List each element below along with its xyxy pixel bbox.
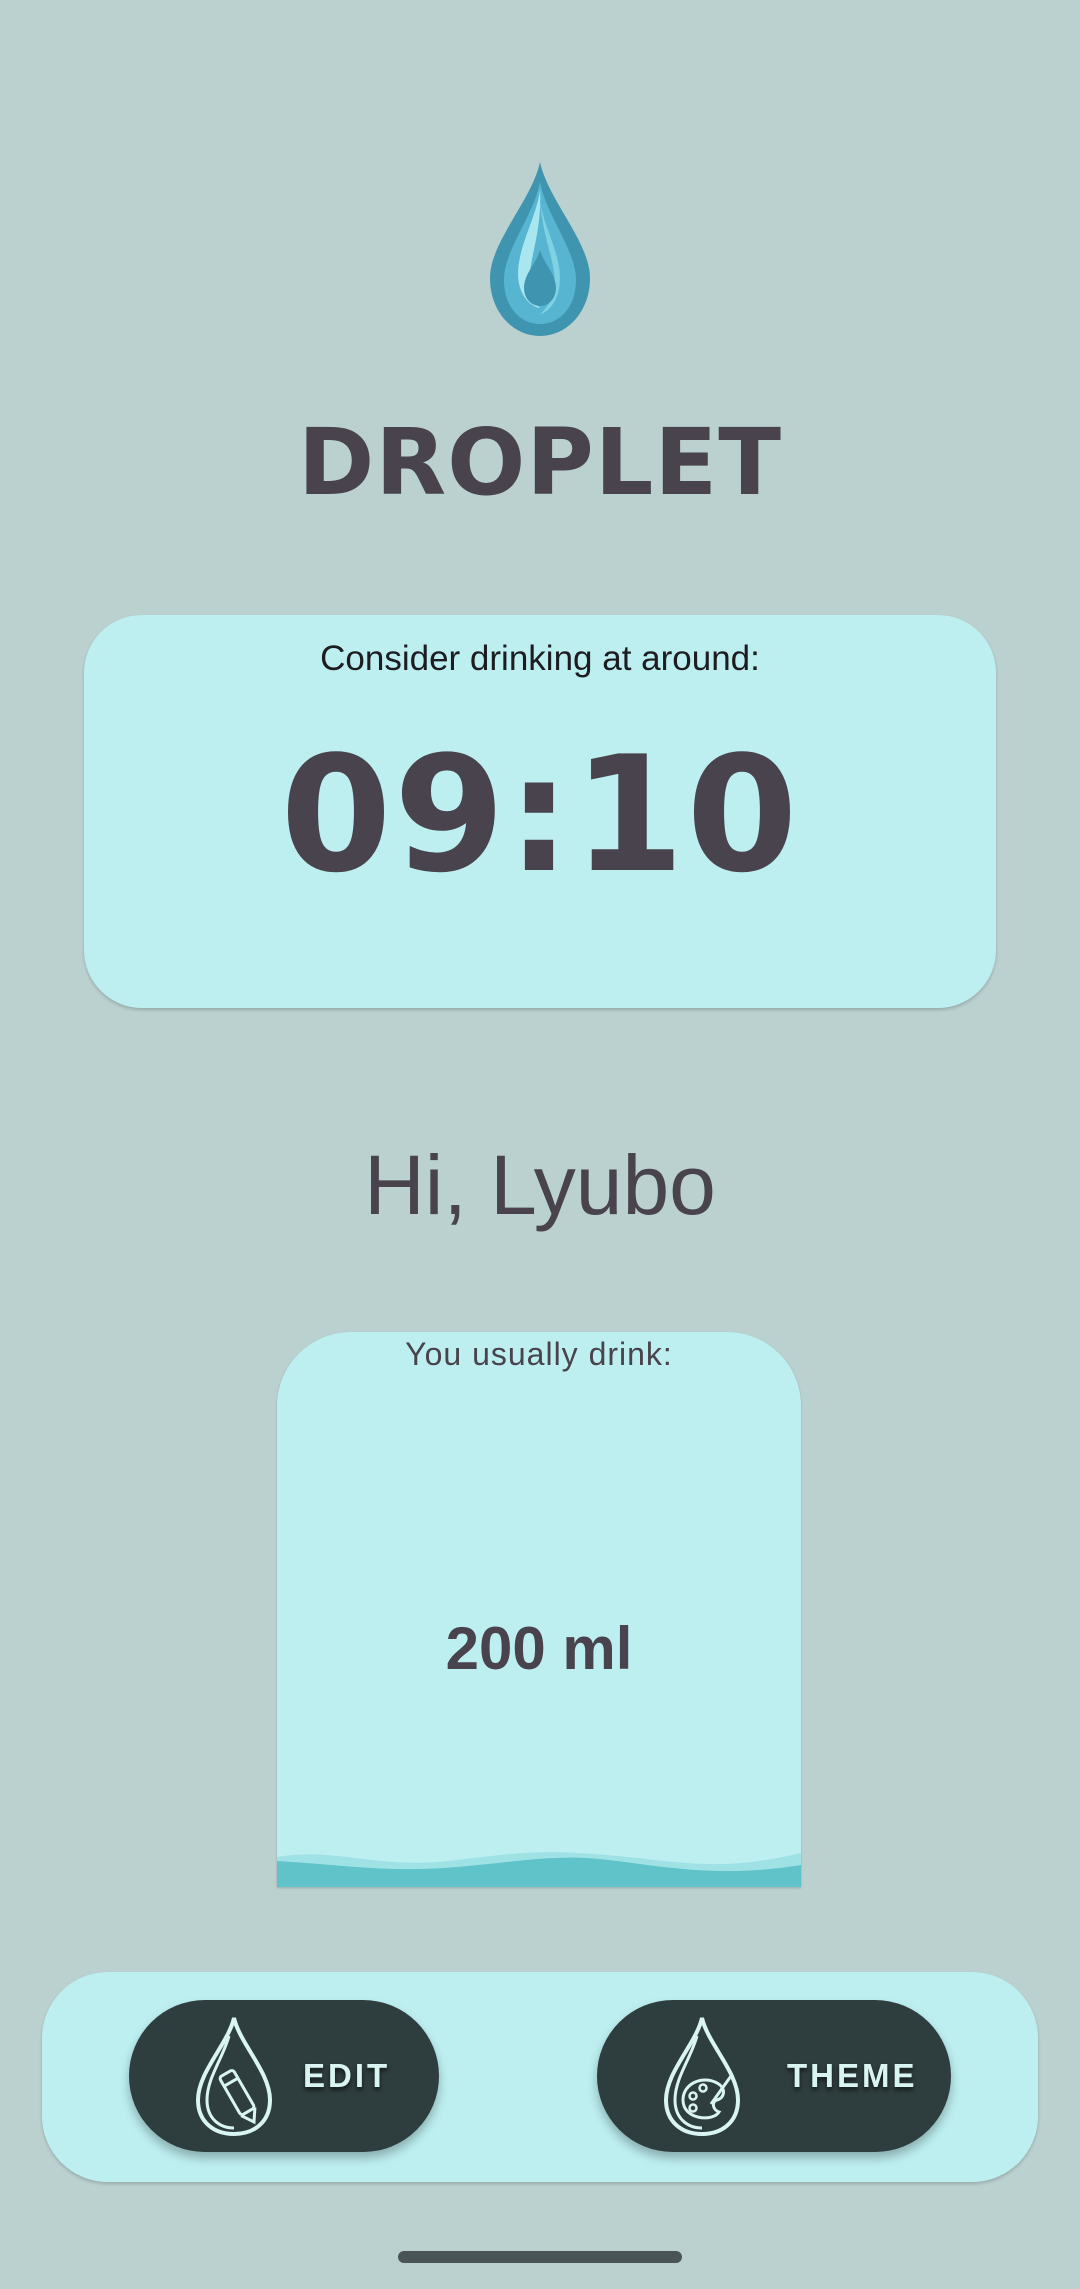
water-wave-graphic [277,1852,801,1887]
usual-amount-value: 200 ml [445,1615,633,1682]
drop-palette-icon [663,2017,741,2137]
edit-button-label: EDIT [303,2057,391,2094]
greeting-text: Hi, Lyubo [364,1138,716,1232]
next-drink-label: Consider drinking at around: [320,639,760,678]
next-drink-card: Consider drinking at around: 09:10 [84,615,996,1008]
theme-button[interactable]: THEME [597,2000,951,2152]
next-drink-time: 09:10 [280,721,800,908]
usual-amount-card[interactable]: You usually drink: 200 ml [277,1332,801,1887]
theme-button-label: THEME [787,2057,918,2094]
bottom-action-bar: EDIT THEME [42,1972,1038,2182]
app-title: DROPLET [297,409,783,516]
drop-pencil-icon [195,2017,273,2137]
water-drop-icon [490,162,590,336]
home-indicator[interactable] [398,2251,682,2263]
edit-button[interactable]: EDIT [129,2000,439,2152]
usual-amount-label: You usually drink: [405,1336,673,1372]
